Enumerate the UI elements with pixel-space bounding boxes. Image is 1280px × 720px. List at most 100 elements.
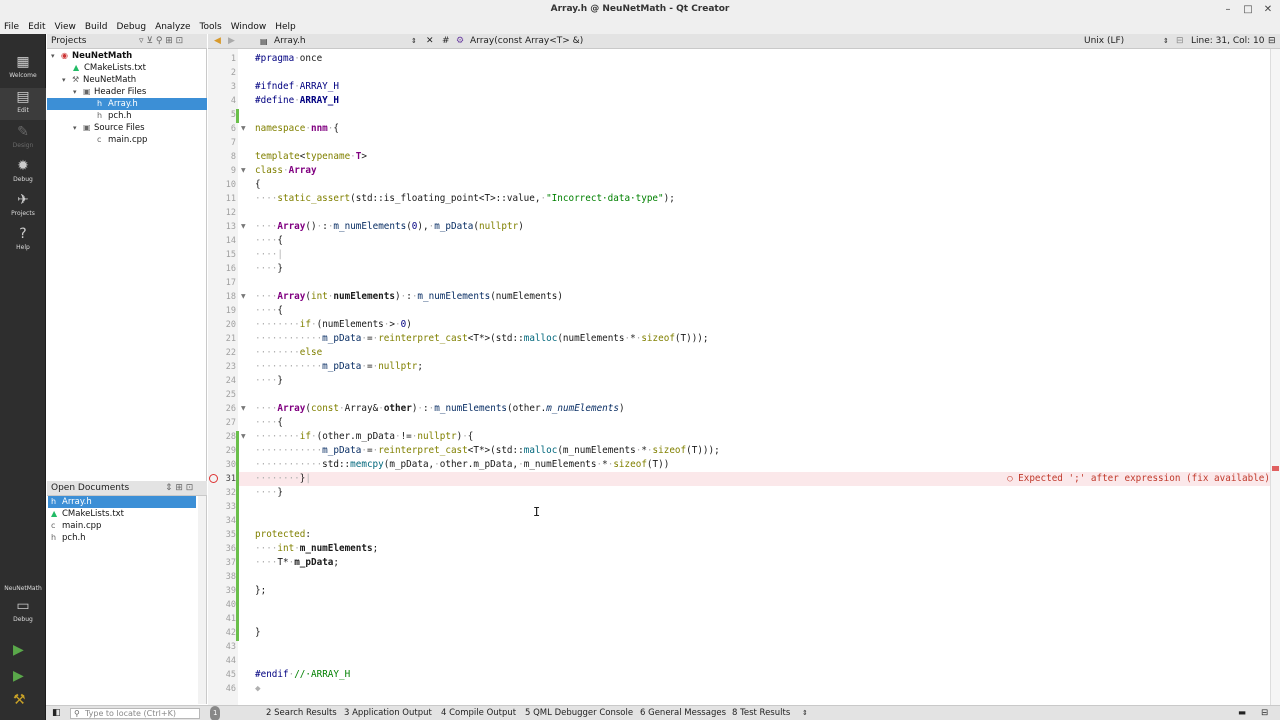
code-line[interactable]: namespace·nnm·{	[255, 122, 339, 136]
expand-output-icon[interactable]: ⊟	[1261, 706, 1268, 720]
code-line[interactable]: ····{	[255, 416, 283, 430]
line-number: 35	[225, 530, 236, 540]
code-line[interactable]: ····static_assert(std::is_floating_point…	[255, 192, 675, 206]
mode-edit[interactable]: ▤ Edit	[0, 88, 46, 120]
code-line[interactable]: protected:	[255, 528, 311, 542]
line-ending-selector[interactable]: Unix (LF)	[1084, 34, 1124, 49]
tree-node-array-h[interactable]: h Array.h	[47, 98, 207, 110]
file-dropdown-icon[interactable]: ⇕	[411, 34, 417, 49]
fold-arrow-icon[interactable]: ▼	[241, 164, 246, 178]
code-line[interactable]: ····|	[255, 248, 283, 262]
menu-edit[interactable]: Edit	[28, 22, 45, 32]
menu-build[interactable]: Build	[85, 22, 108, 32]
open-doc-pch-h[interactable]: h pch.h	[48, 532, 196, 544]
fold-arrow-icon[interactable]: ▼	[241, 430, 246, 444]
minimize-button[interactable]: –	[1222, 0, 1234, 19]
general-messages-tab[interactable]: 6 General Messages	[640, 706, 726, 720]
menu-file[interactable]: File	[4, 22, 19, 32]
debug-run-icon[interactable]: ▶	[13, 668, 24, 684]
compile-output-tab[interactable]: 4 Compile Output	[441, 706, 516, 720]
code-line[interactable]: ············m_pData·=·reinterpret_cast<T…	[255, 332, 709, 346]
code-line[interactable]: ········if·(numElements·>·0)	[255, 318, 412, 332]
fold-arrow-icon[interactable]: ▼	[241, 220, 246, 234]
code-line[interactable]: ····{	[255, 234, 283, 248]
code-line[interactable]: ····}	[255, 486, 283, 500]
build-hammer-icon[interactable]: ⚒	[13, 692, 26, 708]
menu-window[interactable]: Window	[231, 22, 267, 32]
open-doc-main-cpp[interactable]: c main.cpp	[48, 520, 196, 532]
tree-node-cmakelists[interactable]: ▲ CMakeLists.txt	[73, 62, 146, 74]
code-line[interactable]: ····T*·m_pData;	[255, 556, 339, 570]
tree-node-main-cpp[interactable]: c main.cpp	[97, 134, 147, 146]
menu-debug[interactable]: Debug	[116, 22, 146, 32]
code-line[interactable]: template<typename·T>	[255, 150, 367, 164]
close-document-icon[interactable]: ✕	[426, 34, 434, 49]
code-line[interactable]: #ifndef·ARRAY_H	[255, 80, 339, 94]
menu-view[interactable]: View	[55, 22, 76, 32]
open-doc-array-h[interactable]: h Array.h	[48, 496, 196, 508]
code-line[interactable]: {	[255, 178, 261, 192]
tree-node-header-files[interactable]: ▾ ▣ Header Files	[73, 86, 146, 98]
code-line[interactable]: ····{	[255, 304, 283, 318]
mode-projects[interactable]: ✈ Projects	[0, 192, 46, 224]
search-results-tab[interactable]: 2 Search Results	[266, 706, 337, 720]
fold-arrow-icon[interactable]: ▼	[241, 402, 246, 416]
code-line[interactable]: ····Array()·:·m_numElements(0),·m_pData(…	[255, 220, 524, 234]
line-number: 39	[225, 586, 236, 596]
maximize-button[interactable]: □	[1242, 0, 1254, 19]
code-line[interactable]: ············m_pData·=·reinterpret_cast<T…	[255, 444, 720, 458]
mode-help[interactable]: ? Help	[0, 226, 46, 258]
code-line[interactable]: ····Array(const·Array&·other)·:·m_numEle…	[255, 402, 625, 416]
progress-icon[interactable]: ▬	[1238, 706, 1246, 720]
tree-node-pch-h[interactable]: h pch.h	[97, 110, 132, 122]
current-file-selector[interactable]: Array.h	[274, 34, 306, 49]
code-line[interactable]: }	[255, 626, 261, 640]
fold-arrow-icon[interactable]: ▼	[241, 290, 246, 304]
panel-options-icon[interactable]: ⇕ ⊞ ⊡	[165, 483, 193, 493]
tree-node-source-files[interactable]: ▾ ▣ Source Files	[73, 122, 145, 134]
split-editor-icon[interactable]: ⊟	[1268, 34, 1276, 49]
open-doc-cmakelists[interactable]: ▲ CMakeLists.txt	[48, 508, 196, 520]
toggle-sidebar-icon[interactable]: ◧	[52, 706, 61, 720]
menu-help[interactable]: Help	[275, 22, 296, 32]
locator-input[interactable]: Type to locate (Ctrl+K)	[70, 708, 200, 719]
application-output-tab[interactable]: 3 Application Output	[344, 706, 432, 720]
inline-error-message[interactable]: ○ Expected ';' after expression (fix ava…	[1007, 472, 1270, 486]
open-docs-scrollbar[interactable]	[198, 496, 206, 704]
filter-icon[interactable]: ▿ ⊻ ⚲ ⊞ ⊡	[139, 36, 183, 46]
code-line[interactable]: #define·ARRAY_H	[255, 94, 339, 108]
fold-arrow-icon[interactable]: ▼	[241, 122, 246, 136]
code-line[interactable]: ········if·(other.m_pData·!=·nullptr)·{	[255, 430, 473, 444]
run-icon[interactable]: ▶	[13, 642, 24, 658]
code-line[interactable]: #endif·//·ARRAY_H	[255, 668, 350, 682]
back-arrow-icon[interactable]: ◀	[214, 34, 221, 49]
code-line[interactable]: #pragma·once	[255, 52, 322, 66]
qml-debugger-console-tab[interactable]: 5 QML Debugger Console	[525, 706, 633, 720]
editor-scrollbar[interactable]	[1270, 49, 1280, 705]
code-line[interactable]: ····}	[255, 262, 283, 276]
more-tabs-icon[interactable]: ⇕	[802, 706, 808, 720]
symbol-selector[interactable]: Array(const Array<T> &)	[470, 34, 583, 49]
tree-node-project[interactable]: ▾ ◉ NeuNetMath	[51, 50, 132, 62]
code-line[interactable]: ············std::memcpy(m_pData,·other.m…	[255, 458, 669, 472]
kit-selector[interactable]: ▭ Debug	[0, 598, 46, 630]
menu-tools[interactable]: Tools	[200, 22, 222, 32]
code-line[interactable]: ············m_pData·=·nullptr;	[255, 360, 423, 374]
test-results-tab[interactable]: 8 Test Results	[732, 706, 790, 720]
code-line[interactable]: ········else	[255, 346, 322, 360]
close-button[interactable]: ✕	[1262, 0, 1274, 19]
code-line[interactable]: ◆	[255, 682, 261, 696]
code-line[interactable]: ········}|	[255, 472, 311, 486]
code-line[interactable]: ····Array(int·numElements)·:·m_numElemen…	[255, 290, 563, 304]
mode-welcome[interactable]: ▦ Welcome	[0, 54, 46, 86]
mode-debug[interactable]: ✹ Debug	[0, 158, 46, 190]
menu-analyze[interactable]: Analyze	[155, 22, 190, 32]
mode-design[interactable]: ✎ Design	[0, 124, 46, 156]
code-line[interactable]: class·Array	[255, 164, 317, 178]
line-ending-dropdown-icon[interactable]: ⇕	[1163, 34, 1169, 49]
code-line[interactable]: ····int·m_numElements;	[255, 542, 378, 556]
code-line[interactable]: };	[255, 584, 266, 598]
tree-node-target[interactable]: ▾ ⚒ NeuNetMath	[62, 74, 136, 86]
code-line[interactable]: ····}	[255, 374, 283, 388]
forward-arrow-icon[interactable]: ▶	[228, 34, 235, 49]
